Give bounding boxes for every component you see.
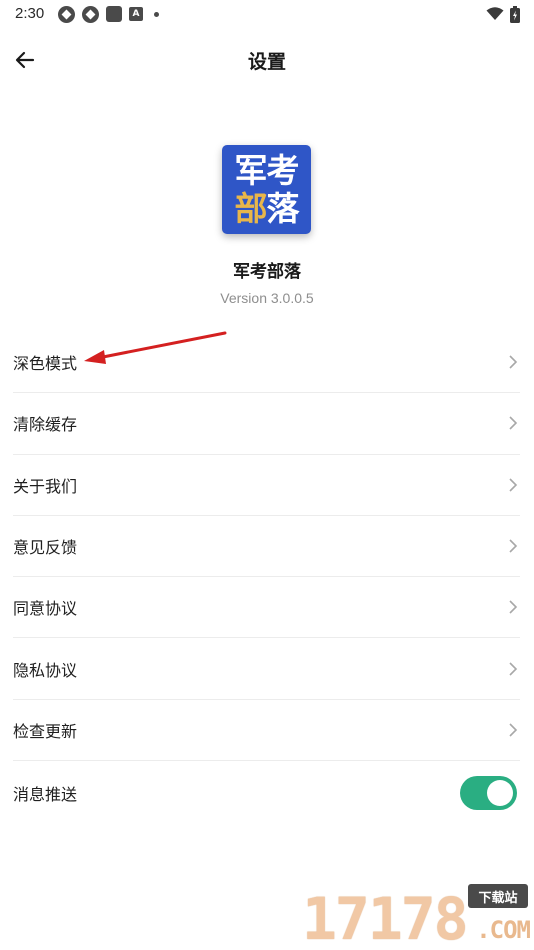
- status-bar: 2:30 A: [0, 0, 534, 28]
- setting-label: 消息推送: [13, 785, 78, 805]
- chevron-right-icon: [509, 600, 518, 614]
- a-icon: A: [129, 7, 143, 21]
- battery-icon: [510, 5, 520, 23]
- watermark-logo: 17178 下载站 .COM: [302, 882, 531, 950]
- logo-text: 军考: [234, 150, 300, 190]
- setting-check-update[interactable]: 检查更新: [13, 700, 520, 762]
- dot-icon: [154, 11, 159, 17]
- toggle-knob: [487, 780, 513, 807]
- sync-icon: [58, 5, 75, 23]
- setting-label: 意见反馈: [13, 538, 78, 558]
- app-bar: 设置: [0, 30, 534, 88]
- chevron-right-icon: [509, 416, 518, 431]
- square-icon: [106, 6, 122, 22]
- setting-dark-mode[interactable]: 深色模式: [13, 332, 520, 394]
- push-notifications-toggle[interactable]: [460, 776, 517, 811]
- status-icons-right: [486, 5, 520, 23]
- setting-label: 关于我们: [13, 476, 78, 496]
- setting-label: 检查更新: [13, 721, 78, 741]
- logo-text: 部落: [234, 188, 300, 228]
- setting-label: 同意协议: [13, 599, 78, 619]
- status-icons-left: A: [58, 5, 159, 23]
- wifi-icon: [486, 7, 504, 20]
- chevron-right-icon: [509, 539, 518, 553]
- setting-user-agreement[interactable]: 同意协议: [13, 577, 520, 639]
- setting-label: 清除缓存: [13, 415, 78, 435]
- app-logo: 军考 部落: [222, 145, 311, 234]
- setting-label: 深色模式: [13, 354, 78, 374]
- status-time: 2:30: [15, 5, 45, 22]
- app-version: Version 3.0.0.5: [220, 290, 314, 306]
- setting-about-us[interactable]: 关于我们: [13, 455, 520, 516]
- sync-icon: [82, 5, 99, 23]
- chevron-right-icon: [509, 662, 518, 676]
- chevron-right-icon: [509, 355, 518, 369]
- setting-label: 隐私协议: [13, 660, 78, 680]
- app-name: 军考部落: [233, 262, 301, 282]
- setting-clear-cache[interactable]: 清除缓存: [13, 393, 520, 455]
- page-title: 设置: [247, 51, 286, 73]
- watermark-badge: 下载站: [468, 884, 528, 908]
- chevron-right-icon: [509, 723, 518, 737]
- setting-push-notifications: 消息推送: [13, 761, 520, 825]
- watermark-domain: .COM: [476, 916, 531, 944]
- setting-feedback[interactable]: 意见反馈: [13, 516, 520, 578]
- watermark-digits: 17178: [302, 885, 469, 950]
- chevron-right-icon: [509, 478, 518, 492]
- setting-privacy-policy[interactable]: 隐私协议: [13, 638, 520, 700]
- settings-list: 深色模式 清除缓存 关于我们 意见反馈 同意协议 隐私协议 检查更新 消息推送: [13, 332, 520, 825]
